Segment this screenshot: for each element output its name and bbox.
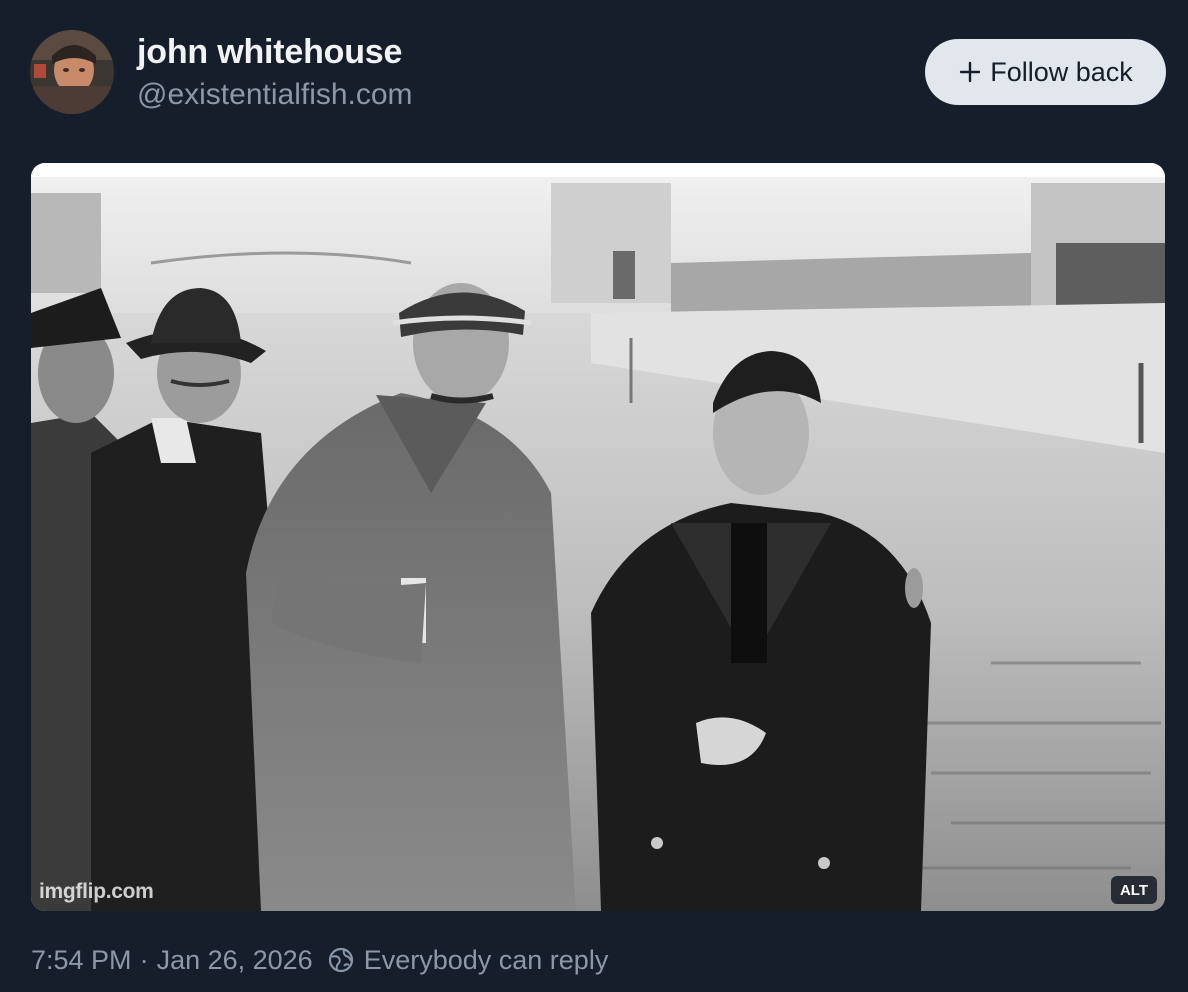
alt-text-badge[interactable]: ALT xyxy=(1110,876,1157,904)
post-time[interactable]: 7:54 PM xyxy=(31,945,132,976)
follow-back-label: Follow back xyxy=(990,56,1133,87)
post: john whitehouse @existentialfish.com Fol… xyxy=(0,0,1188,992)
follow-back-button[interactable]: Follow back xyxy=(925,39,1166,105)
post-date[interactable]: Jan 26, 2026 xyxy=(157,945,313,976)
avatar-photo xyxy=(30,30,114,114)
meta-separator: · xyxy=(139,944,149,975)
reply-setting[interactable]: Everybody can reply xyxy=(364,945,609,976)
post-meta: 7:54 PM · Jan 26, 2026 Everybody can rep… xyxy=(31,940,608,980)
imgflip-watermark: imgflip.com xyxy=(39,880,154,903)
plus-icon xyxy=(960,61,981,83)
globe-icon xyxy=(328,947,353,973)
author-handle[interactable]: @existentialfish.com xyxy=(137,78,413,112)
avatar[interactable] xyxy=(30,30,114,114)
post-image[interactable]: imgflip.com ALT xyxy=(31,163,1165,911)
author-display-name[interactable]: john whitehouse xyxy=(137,33,402,72)
edited-historical-photo xyxy=(31,163,1165,911)
